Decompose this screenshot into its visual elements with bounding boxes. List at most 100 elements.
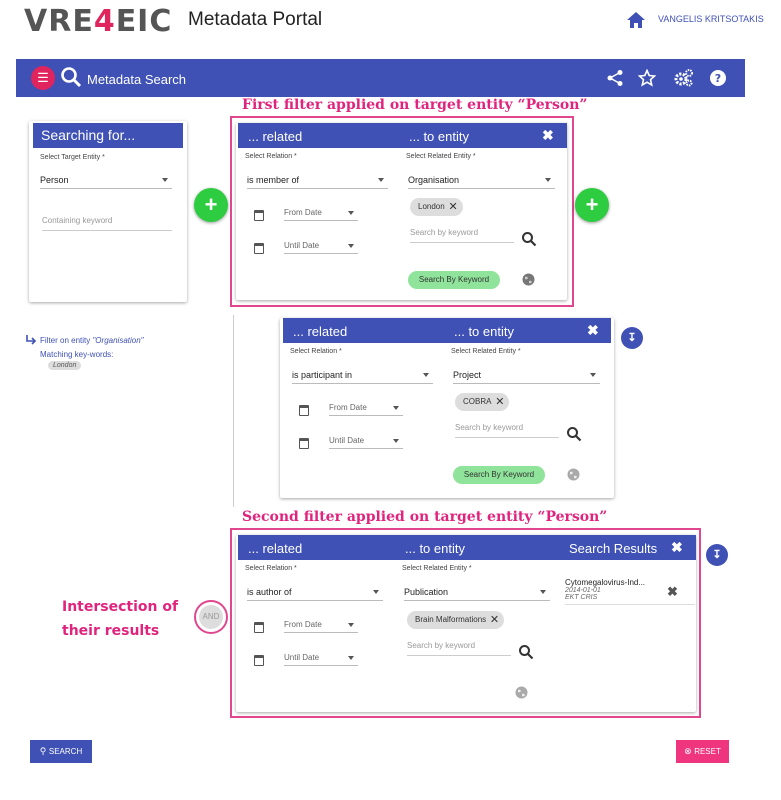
filter2-from-date[interactable]: From Date (284, 620, 358, 633)
chevron-down-icon (393, 439, 399, 443)
chevron-down-icon (373, 590, 379, 594)
nested-chip: COBRA ✕ (455, 393, 510, 411)
nested-entity-select[interactable]: Project (453, 370, 600, 384)
chevron-down-icon (423, 373, 429, 377)
close-icon[interactable]: ✕ (490, 611, 499, 629)
nested-entity-label: Select Related Entity * (451, 348, 521, 355)
star-icon[interactable] (638, 69, 656, 87)
calendar-icon[interactable] (254, 655, 264, 666)
nested-relation-select[interactable]: is participant in (292, 370, 433, 384)
add-filter-right-button[interactable]: + (575, 188, 609, 222)
menu-icon: ☰ (37, 70, 49, 85)
annotation-second-filter: Second filter applied on target entity “… (242, 509, 608, 525)
searching-card (29, 121, 187, 302)
filter1-chip: London ✕ (410, 198, 463, 216)
arrow-down-icon: ↧ (627, 332, 637, 344)
help-icon[interactable]: ? (709, 69, 727, 87)
home-icon[interactable] (626, 11, 646, 29)
nested-until-date[interactable]: Until Date (329, 436, 403, 449)
side-filter-entity: Filter on entity "Organisation" (40, 336, 144, 345)
add-filter-left-button[interactable]: + (194, 188, 228, 222)
annotation-first-filter: First filter applied on target entity “P… (242, 97, 588, 113)
divider (233, 315, 234, 507)
filter1-relation-select[interactable]: is member of (247, 175, 388, 189)
filter2-collapse-button[interactable]: ↧ (706, 544, 728, 566)
arrow-down-icon: ↧ (712, 549, 722, 561)
filter2-keyword-input[interactable]: Search by keyword (407, 641, 511, 656)
reset-button[interactable]: ⊗ RESET (676, 740, 729, 763)
plus-icon: + (204, 192, 218, 217)
nested-keyword-input[interactable]: Search by keyword (455, 423, 559, 438)
arrow-right-icon (26, 335, 37, 345)
svg-text:?: ? (715, 72, 721, 85)
filter1-entity-title: ... to entity (409, 129, 469, 144)
filter1-keyword-input[interactable]: Search by keyword (410, 228, 514, 243)
globe-icon[interactable] (522, 273, 535, 286)
nested-collapse-button[interactable]: ↧ (621, 327, 643, 349)
search-icon[interactable] (518, 644, 534, 660)
filter1-until-date[interactable]: Until Date (284, 241, 358, 254)
nested-entity-title: ... to entity (454, 324, 514, 339)
filter2-entity-title: ... to entity (405, 541, 465, 556)
search-results-title: Search Results (569, 541, 658, 556)
menu-button[interactable]: ☰ (31, 66, 55, 90)
filter1-entity-label: Select Related Entity * (406, 153, 476, 160)
chevron-down-icon (348, 244, 354, 248)
chevron-down-icon (348, 656, 354, 660)
plus-icon: + (585, 192, 599, 217)
filter2-until-date[interactable]: Until Date (284, 653, 358, 666)
filter1-close-icon[interactable]: ✖ (542, 127, 554, 144)
side-filter-matching: Matching key-words: (40, 350, 114, 359)
search-icon: ⚲ (39, 746, 49, 756)
searching-card-title: Searching for... (33, 123, 183, 148)
chevron-down-icon (540, 590, 546, 594)
nested-related-title: ... related (293, 324, 348, 339)
filter2-relation-select[interactable]: is author of (247, 587, 383, 601)
filter2-entity-select[interactable]: Publication (404, 587, 550, 601)
chevron-down-icon (590, 373, 596, 377)
target-entity-label: Select Target Entity * (40, 154, 105, 161)
globe-icon[interactable] (515, 686, 528, 699)
search-icon (61, 67, 82, 88)
calendar-icon[interactable] (254, 210, 264, 221)
chevron-down-icon (545, 178, 551, 182)
calendar-icon[interactable] (254, 243, 264, 254)
remove-result-icon[interactable]: ✖ (667, 584, 678, 600)
annotation-intersection: Intersection of their results (62, 599, 179, 639)
filter1-entity-select[interactable]: Organisation (408, 175, 555, 189)
toolbar-title: Metadata Search (87, 72, 187, 87)
filter1-search-by-keyword-button[interactable]: Search By Keyword (408, 271, 500, 289)
chevron-down-icon (348, 623, 354, 627)
nested-from-date[interactable]: From Date (329, 403, 403, 416)
calendar-icon[interactable] (299, 438, 309, 449)
side-filter-chip: London (48, 361, 82, 370)
search-icon[interactable] (521, 231, 537, 247)
settings-icon[interactable] (674, 69, 694, 87)
nested-relation-label: Select Relation * (290, 348, 342, 355)
containing-keyword-input[interactable]: Containing keyword (42, 216, 172, 231)
search-button[interactable]: ⚲ SEARCH (30, 740, 92, 763)
reset-icon: ⊗ (684, 746, 695, 756)
chevron-down-icon (378, 178, 384, 182)
filter1-relation-label: Select Relation * (245, 153, 297, 160)
filter2-close-icon[interactable]: ✖ (671, 539, 683, 556)
filter2-related-title: ... related (248, 541, 303, 556)
nested-close-icon[interactable]: ✖ (587, 322, 599, 339)
calendar-icon[interactable] (254, 622, 264, 633)
portal-title: Metadata Portal (188, 9, 323, 30)
filter2-relation-label: Select Relation * (245, 565, 297, 572)
and-operator[interactable]: AND (199, 605, 223, 629)
user-name[interactable]: VANGELIS KRITSOTAKIS (658, 14, 764, 24)
close-icon[interactable]: ✕ (495, 393, 504, 411)
filter1-from-date[interactable]: From Date (284, 208, 358, 221)
globe-icon[interactable] (567, 468, 580, 481)
filter2-entity-label: Select Related Entity * (402, 565, 472, 572)
search-icon[interactable] (566, 426, 582, 442)
chevron-down-icon (348, 211, 354, 215)
chevron-down-icon (162, 178, 168, 182)
nested-search-by-keyword-button[interactable]: Search By Keyword (453, 466, 545, 484)
share-icon[interactable] (606, 69, 624, 87)
close-icon[interactable]: ✕ (448, 198, 457, 216)
target-entity-select[interactable]: Person (40, 175, 172, 189)
calendar-icon[interactable] (299, 405, 309, 416)
